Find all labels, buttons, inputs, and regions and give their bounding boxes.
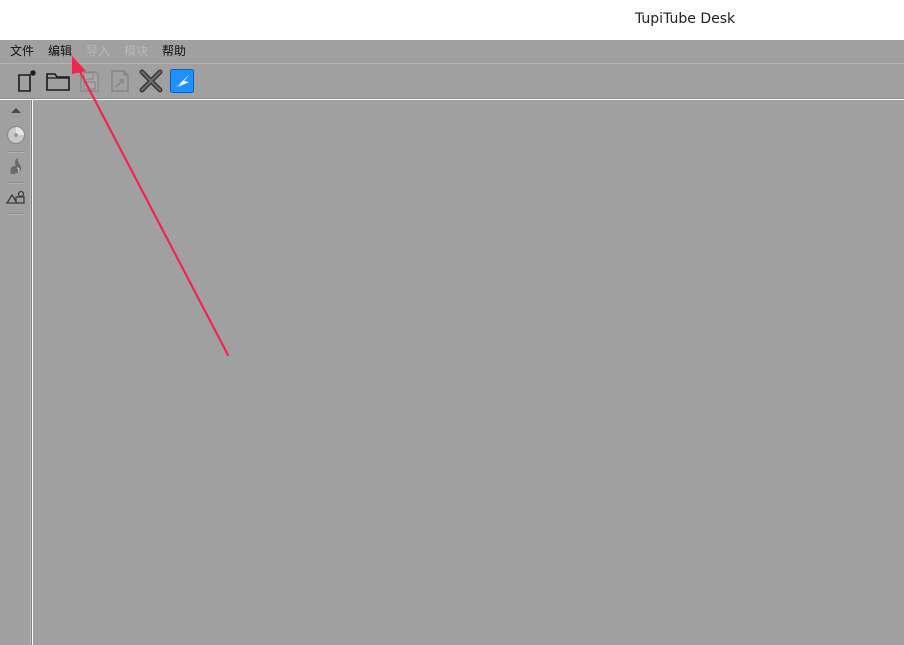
side-separator — [7, 213, 25, 214]
save-project-button[interactable] — [77, 69, 101, 93]
save-as-icon — [111, 70, 129, 92]
menu-bar: 文件 编辑 导入 模块 帮助 — [0, 40, 904, 64]
save-as-button[interactable] — [108, 69, 132, 93]
tupitube-window: TupiTube Desk 文件 编辑 导入 模块 帮助 — [0, 0, 904, 645]
open-project-button[interactable] — [46, 69, 70, 93]
save-icon — [80, 71, 99, 92]
shapes-button[interactable] — [5, 186, 27, 208]
main-toolbar — [0, 64, 904, 99]
menu-edit[interactable]: 编辑 — [48, 43, 72, 59]
bird-icon — [10, 158, 22, 174]
library-button[interactable] — [5, 124, 27, 146]
main-workspace — [33, 100, 904, 645]
menu-modules[interactable]: 模块 — [124, 43, 148, 59]
disc-icon — [6, 125, 26, 145]
shapes-icon — [5, 190, 25, 204]
menu-file[interactable]: 文件 — [10, 43, 34, 59]
scroll-up-arrow-icon[interactable] — [10, 106, 22, 114]
new-project-button[interactable] — [15, 69, 39, 93]
menu-help[interactable]: 帮助 — [162, 43, 186, 59]
window-title: TupiTube Desk — [635, 11, 736, 27]
close-x-icon — [139, 69, 163, 93]
side-separator — [7, 182, 25, 183]
open-folder-icon — [46, 73, 70, 91]
animation-button[interactable] — [5, 155, 27, 177]
tupitube-logo-icon — [170, 69, 194, 93]
title-bar: TupiTube Desk — [0, 0, 904, 40]
side-separator — [7, 151, 25, 152]
close-project-button[interactable] — [139, 69, 163, 93]
left-side-panel — [0, 100, 32, 645]
menu-import[interactable]: 导入 — [86, 43, 110, 59]
tupitube-button[interactable] — [170, 69, 194, 93]
new-document-icon — [18, 70, 36, 92]
